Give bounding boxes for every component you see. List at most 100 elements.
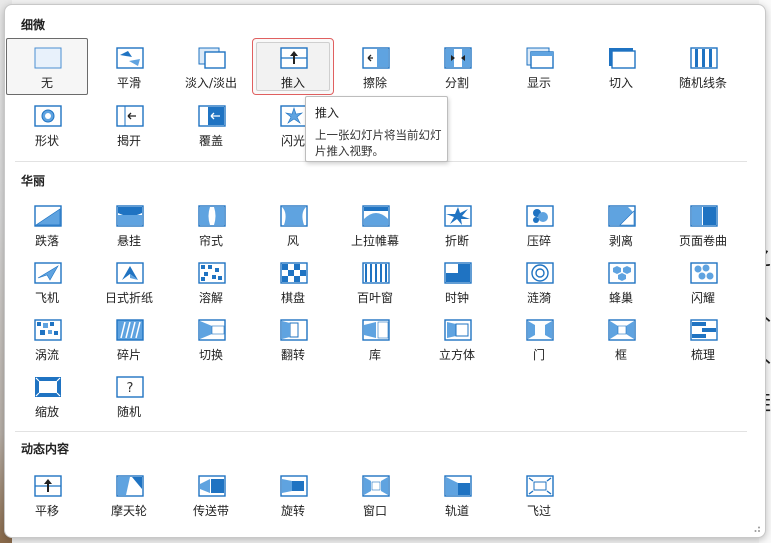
conveyor-icon: [198, 475, 226, 497]
rotate-icon: [280, 475, 308, 497]
transition-tile-doors[interactable]: 门: [498, 310, 580, 367]
transition-tile-comb[interactable]: 梳理: [662, 310, 744, 367]
tile-label: 飞过: [526, 504, 551, 518]
push-icon: [280, 47, 308, 69]
transition-tile-fly-through[interactable]: 飞过: [498, 466, 580, 523]
tile-label: 框: [614, 348, 627, 362]
cut-icon: [609, 48, 636, 69]
transition-tile-airplane[interactable]: 飞机: [6, 253, 88, 310]
transition-tile-flip[interactable]: 翻转: [252, 310, 334, 367]
transition-tile-orbit[interactable]: 轨道: [416, 466, 498, 523]
transition-tile-blinds[interactable]: 百叶窗: [334, 253, 416, 310]
transition-tile-page-curl[interactable]: 页面卷曲: [662, 196, 744, 253]
transition-tile-wind[interactable]: 风: [252, 196, 334, 253]
random-bars-icon: [690, 47, 718, 69]
transition-tile-glitter[interactable]: 闪耀: [662, 253, 744, 310]
curtains-icon: [198, 205, 226, 227]
transition-tile-random-bars[interactable]: 随机线条: [662, 38, 744, 95]
glitter-icon: [690, 262, 718, 284]
transition-tile-wipe[interactable]: 擦除: [334, 38, 416, 95]
transition-tile-uncover[interactable]: 揭开: [88, 96, 170, 153]
transition-tile-honeycomb[interactable]: 蜂巢: [580, 253, 662, 310]
tile-label: 日式折纸: [104, 291, 153, 305]
tile-label: 风: [286, 234, 299, 248]
switch-icon: [198, 319, 226, 341]
transition-tile-drape[interactable]: 悬挂: [88, 196, 170, 253]
gallery-icon: [362, 319, 390, 341]
transition-tile-clock[interactable]: 时钟: [416, 253, 498, 310]
transition-tile-peel-off[interactable]: 剥离: [580, 196, 662, 253]
tile-label: 无: [40, 76, 53, 90]
uncover-icon: [116, 105, 144, 127]
tile-label: 揭开: [116, 134, 141, 148]
shape-icon: [34, 105, 62, 127]
fly-through-icon: [526, 475, 554, 497]
transition-tile-none[interactable]: 无: [6, 38, 88, 95]
tile-label: 压碎: [526, 234, 551, 248]
transition-tile-cut[interactable]: 切入: [580, 38, 662, 95]
transition-tile-fall-over[interactable]: 跌落: [6, 196, 88, 253]
transition-tile-gallery[interactable]: 库: [334, 310, 416, 367]
tile-label: 涟漪: [526, 291, 551, 305]
tile-label: 页面卷曲: [678, 234, 727, 248]
tile-label: 显示: [526, 76, 551, 90]
section-title-dynamic-content: 动态内容: [21, 442, 70, 456]
transition-tile-random[interactable]: ? 随机: [88, 367, 170, 424]
tile-label: 平移: [34, 504, 59, 518]
tile-label: 帘式: [198, 234, 223, 248]
transition-tile-window[interactable]: 窗口: [334, 466, 416, 523]
transition-tile-shape[interactable]: 形状: [6, 96, 88, 153]
transition-tile-reveal[interactable]: 显示: [498, 38, 580, 95]
transition-tile-fracture[interactable]: 折断: [416, 196, 498, 253]
transition-tile-checkerboard[interactable]: 棋盘: [252, 253, 334, 310]
window-icon: [362, 475, 390, 497]
morph-icon: [116, 47, 144, 69]
transition-tile-morph[interactable]: 平滑: [88, 38, 170, 95]
ripple-icon: [526, 262, 554, 284]
tooltip-title: 推入: [315, 106, 340, 120]
transition-tile-push[interactable]: 推入: [252, 38, 334, 95]
transition-tile-prestige[interactable]: 上拉帷幕: [334, 196, 416, 253]
tile-label: 缩放: [34, 405, 59, 419]
fall-over-icon: [34, 205, 62, 227]
transition-tile-ferris-wheel[interactable]: 摩天轮: [88, 466, 170, 523]
tile-label: 溶解: [198, 291, 223, 305]
transition-tile-dissolve[interactable]: 溶解: [170, 253, 252, 310]
transition-tile-switch[interactable]: 切换: [170, 310, 252, 367]
tile-label: 随机线条: [678, 76, 727, 90]
blinds-icon: [362, 262, 390, 284]
tile-label: 库: [368, 348, 381, 362]
transition-tile-ripple[interactable]: 涟漪: [498, 253, 580, 310]
transition-tile-shred[interactable]: 碎片: [88, 310, 170, 367]
transition-tile-zoom[interactable]: 缩放: [6, 367, 88, 424]
transition-tile-crush[interactable]: 压碎: [498, 196, 580, 253]
page-curl-icon: [690, 205, 718, 227]
airplane-icon: [34, 262, 62, 284]
wipe-icon: [362, 47, 390, 69]
tile-label: 时钟: [444, 291, 469, 305]
tile-label: 跌落: [34, 234, 59, 248]
tile-label: 百叶窗: [356, 291, 393, 305]
vortex-icon: [34, 319, 62, 341]
tile-label: 平滑: [116, 76, 141, 90]
transition-tile-cover[interactable]: 覆盖: [170, 96, 252, 153]
resize-grip-icon[interactable]: [751, 523, 761, 533]
tile-label: 分割: [444, 76, 469, 90]
split-icon: [444, 47, 472, 69]
transition-tile-origami[interactable]: 日式折纸: [88, 253, 170, 310]
transition-tile-curtains[interactable]: 帘式: [170, 196, 252, 253]
transition-tile-split[interactable]: 分割: [416, 38, 498, 95]
transition-tile-vortex[interactable]: 涡流: [6, 310, 88, 367]
transition-tile-cube[interactable]: 立方体: [416, 310, 498, 367]
tile-label: 轨道: [444, 504, 469, 518]
transition-tile-pan[interactable]: 平移: [6, 466, 88, 523]
tile-label: 悬挂: [116, 234, 141, 248]
transition-tile-conveyor[interactable]: 传送带: [170, 466, 252, 523]
doors-icon: [526, 319, 554, 341]
tile-label: 淡入/淡出: [184, 76, 238, 90]
transition-tile-fade[interactable]: 淡入/淡出: [170, 38, 252, 95]
transitions-gallery: 细微 无平滑 淡入/淡出 推入 擦除 分割 显示 切入 随机线条 形状 揭开 覆盖 闪光 华丽 跌落悬…: [4, 4, 766, 538]
transition-tile-box[interactable]: 框: [580, 310, 662, 367]
cube-icon: [444, 319, 472, 341]
transition-tile-rotate[interactable]: 旋转: [252, 466, 334, 523]
